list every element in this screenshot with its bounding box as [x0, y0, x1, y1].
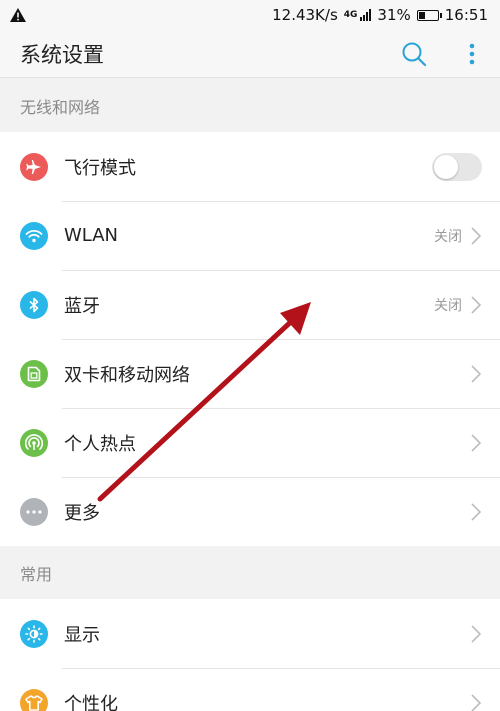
sim-card-icon — [20, 359, 48, 388]
status-right: 12.43K/s 4G 31% 16:51 — [272, 6, 488, 24]
chevron-right-icon — [471, 693, 482, 711]
status-left — [10, 8, 26, 22]
settings-group-wireless: 飞行模式 WLAN 关闭 蓝牙 关闭 双卡和移动网络 个人热点 更多 — [0, 132, 500, 546]
settings-item-display[interactable]: 显示 — [0, 599, 500, 668]
settings-item-more[interactable]: 更多 — [0, 477, 500, 546]
settings-item-label: 更多 — [64, 502, 100, 524]
chevron-right-icon — [471, 502, 482, 521]
chevron-right-icon — [471, 295, 482, 314]
settings-item-hotspot[interactable]: 个人热点 — [0, 408, 500, 477]
more-horizontal-icon — [20, 497, 48, 526]
settings-item-value: 关闭 — [434, 228, 462, 245]
hotspot-icon — [20, 428, 48, 457]
settings-item-label: 个人热点 — [64, 433, 136, 455]
section-header-common: 常用 — [0, 546, 500, 599]
chevron-right-icon — [471, 433, 482, 452]
settings-item-label: 蓝牙 — [64, 295, 100, 317]
airplane-mode-toggle[interactable] — [432, 152, 482, 181]
settings-item-bluetooth[interactable]: 蓝牙 关闭 — [0, 270, 500, 339]
settings-item-label: 飞行模式 — [64, 157, 136, 179]
battery-percent: 31% — [377, 6, 411, 24]
chevron-right-icon — [471, 624, 482, 643]
settings-item-personalization[interactable]: 个性化 — [0, 668, 500, 711]
settings-item-airplane-mode[interactable]: 飞行模式 — [0, 132, 500, 201]
settings-item-wlan[interactable]: WLAN 关闭 — [0, 201, 500, 270]
wifi-icon — [20, 221, 48, 250]
search-button[interactable] — [396, 36, 432, 72]
settings-item-label: 双卡和移动网络 — [64, 364, 190, 386]
battery-icon — [416, 9, 442, 21]
app-bar: 系统设置 — [0, 30, 500, 78]
net-speed: 12.43K/s — [272, 6, 338, 24]
search-icon — [402, 42, 427, 66]
toggle-knob — [434, 154, 458, 179]
warning-icon — [10, 8, 26, 22]
overflow-menu-button[interactable] — [462, 36, 482, 72]
chevron-right-icon — [471, 226, 482, 245]
network-type: 4G — [343, 10, 358, 20]
chevron-right-icon — [471, 364, 482, 383]
clock: 16:51 — [444, 6, 488, 24]
settings-item-dual-sim[interactable]: 双卡和移动网络 — [0, 339, 500, 408]
settings-item-value: 关闭 — [434, 297, 462, 314]
tshirt-icon — [20, 688, 48, 711]
signal-icon — [360, 9, 372, 21]
status-bar: 12.43K/s 4G 31% 16:51 — [0, 0, 500, 30]
brightness-icon — [20, 619, 48, 648]
airplane-icon — [20, 152, 48, 181]
more-vertical-icon — [469, 43, 475, 64]
bluetooth-icon — [20, 290, 48, 319]
page-title: 系统设置 — [20, 42, 104, 67]
settings-item-label: 个性化 — [64, 693, 118, 711]
settings-item-label: 显示 — [64, 624, 100, 646]
settings-item-label: WLAN — [64, 225, 119, 246]
section-header-wireless: 无线和网络 — [0, 79, 500, 132]
settings-group-common: 显示 个性化 — [0, 599, 500, 711]
